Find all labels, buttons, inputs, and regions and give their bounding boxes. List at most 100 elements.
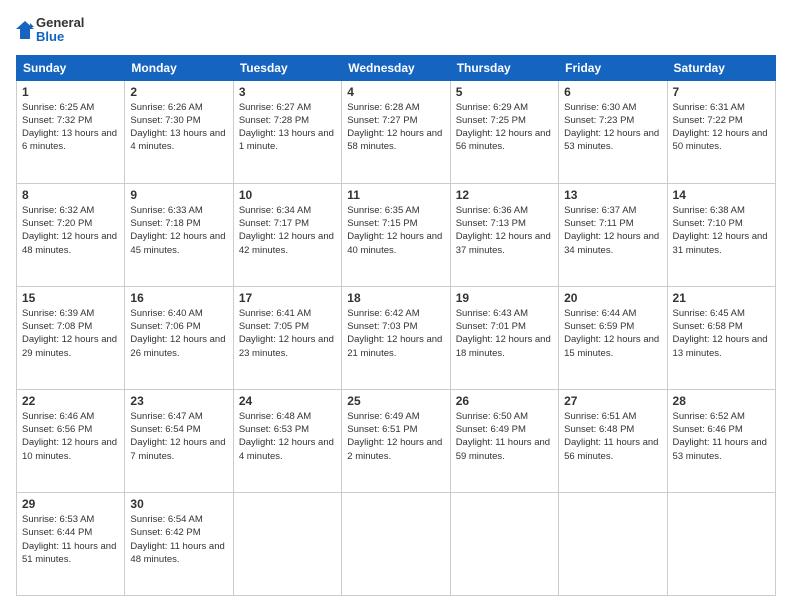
day-cell — [559, 492, 667, 595]
daylight: Daylight: 12 hours and 13 minutes. — [673, 334, 768, 358]
header: General Blue — [16, 16, 776, 45]
day-cell: 21 Sunrise: 6:45 AM Sunset: 6:58 PM Dayl… — [667, 286, 775, 389]
day-info: Sunrise: 6:53 AM Sunset: 6:44 PM Dayligh… — [22, 513, 119, 566]
sunset: Sunset: 6:58 PM — [673, 321, 743, 332]
sunset: Sunset: 7:06 PM — [130, 321, 200, 332]
day-info: Sunrise: 6:31 AM Sunset: 7:22 PM Dayligh… — [673, 101, 770, 154]
day-number: 23 — [130, 394, 227, 408]
sunrise: Sunrise: 6:29 AM — [456, 102, 528, 113]
sunset: Sunset: 7:05 PM — [239, 321, 309, 332]
day-number: 12 — [456, 188, 553, 202]
sunset: Sunset: 6:48 PM — [564, 424, 634, 435]
day-number: 24 — [239, 394, 336, 408]
sunrise: Sunrise: 6:52 AM — [673, 411, 745, 422]
day-cell: 26 Sunrise: 6:50 AM Sunset: 6:49 PM Dayl… — [450, 389, 558, 492]
day-info: Sunrise: 6:27 AM Sunset: 7:28 PM Dayligh… — [239, 101, 336, 154]
col-header-tuesday: Tuesday — [233, 55, 341, 80]
day-info: Sunrise: 6:37 AM Sunset: 7:11 PM Dayligh… — [564, 204, 661, 257]
day-info: Sunrise: 6:34 AM Sunset: 7:17 PM Dayligh… — [239, 204, 336, 257]
sunrise: Sunrise: 6:32 AM — [22, 205, 94, 216]
sunset: Sunset: 7:25 PM — [456, 115, 526, 126]
logo-bird-icon — [16, 19, 34, 41]
day-cell: 14 Sunrise: 6:38 AM Sunset: 7:10 PM Dayl… — [667, 183, 775, 286]
day-info: Sunrise: 6:30 AM Sunset: 7:23 PM Dayligh… — [564, 101, 661, 154]
daylight: Daylight: 12 hours and 26 minutes. — [130, 334, 225, 358]
week-row-1: 1 Sunrise: 6:25 AM Sunset: 7:32 PM Dayli… — [17, 80, 776, 183]
day-info: Sunrise: 6:41 AM Sunset: 7:05 PM Dayligh… — [239, 307, 336, 360]
sunset: Sunset: 7:32 PM — [22, 115, 92, 126]
col-header-saturday: Saturday — [667, 55, 775, 80]
day-cell — [667, 492, 775, 595]
sunrise: Sunrise: 6:33 AM — [130, 205, 202, 216]
day-info: Sunrise: 6:39 AM Sunset: 7:08 PM Dayligh… — [22, 307, 119, 360]
week-row-5: 29 Sunrise: 6:53 AM Sunset: 6:44 PM Dayl… — [17, 492, 776, 595]
sunrise: Sunrise: 6:48 AM — [239, 411, 311, 422]
day-info: Sunrise: 6:40 AM Sunset: 7:06 PM Dayligh… — [130, 307, 227, 360]
daylight: Daylight: 13 hours and 6 minutes. — [22, 128, 117, 152]
sunset: Sunset: 7:11 PM — [564, 218, 634, 229]
day-number: 18 — [347, 291, 444, 305]
day-info: Sunrise: 6:50 AM Sunset: 6:49 PM Dayligh… — [456, 410, 553, 463]
sunrise: Sunrise: 6:39 AM — [22, 308, 94, 319]
day-number: 17 — [239, 291, 336, 305]
sunrise: Sunrise: 6:47 AM — [130, 411, 202, 422]
sunset: Sunset: 7:18 PM — [130, 218, 200, 229]
day-info: Sunrise: 6:52 AM Sunset: 6:46 PM Dayligh… — [673, 410, 770, 463]
day-cell — [233, 492, 341, 595]
day-number: 28 — [673, 394, 770, 408]
daylight: Daylight: 12 hours and 45 minutes. — [130, 231, 225, 255]
day-cell: 6 Sunrise: 6:30 AM Sunset: 7:23 PM Dayli… — [559, 80, 667, 183]
daylight: Daylight: 12 hours and 29 minutes. — [22, 334, 117, 358]
day-cell — [342, 492, 450, 595]
day-cell: 9 Sunrise: 6:33 AM Sunset: 7:18 PM Dayli… — [125, 183, 233, 286]
daylight: Daylight: 11 hours and 59 minutes. — [456, 437, 550, 461]
day-number: 25 — [347, 394, 444, 408]
sunset: Sunset: 6:46 PM — [673, 424, 743, 435]
day-info: Sunrise: 6:47 AM Sunset: 6:54 PM Dayligh… — [130, 410, 227, 463]
sunrise: Sunrise: 6:44 AM — [564, 308, 636, 319]
daylight: Daylight: 12 hours and 37 minutes. — [456, 231, 551, 255]
day-cell: 18 Sunrise: 6:42 AM Sunset: 7:03 PM Dayl… — [342, 286, 450, 389]
sunset: Sunset: 7:30 PM — [130, 115, 200, 126]
day-number: 4 — [347, 85, 444, 99]
daylight: Daylight: 11 hours and 51 minutes. — [22, 541, 116, 565]
calendar-table: SundayMondayTuesdayWednesdayThursdayFrid… — [16, 55, 776, 596]
day-info: Sunrise: 6:33 AM Sunset: 7:18 PM Dayligh… — [130, 204, 227, 257]
sunrise: Sunrise: 6:54 AM — [130, 514, 202, 525]
day-cell: 28 Sunrise: 6:52 AM Sunset: 6:46 PM Dayl… — [667, 389, 775, 492]
day-info: Sunrise: 6:28 AM Sunset: 7:27 PM Dayligh… — [347, 101, 444, 154]
day-info: Sunrise: 6:25 AM Sunset: 7:32 PM Dayligh… — [22, 101, 119, 154]
day-cell: 24 Sunrise: 6:48 AM Sunset: 6:53 PM Dayl… — [233, 389, 341, 492]
day-number: 10 — [239, 188, 336, 202]
week-row-3: 15 Sunrise: 6:39 AM Sunset: 7:08 PM Dayl… — [17, 286, 776, 389]
day-cell: 15 Sunrise: 6:39 AM Sunset: 7:08 PM Dayl… — [17, 286, 125, 389]
sunset: Sunset: 6:59 PM — [564, 321, 634, 332]
day-cell: 16 Sunrise: 6:40 AM Sunset: 7:06 PM Dayl… — [125, 286, 233, 389]
col-header-sunday: Sunday — [17, 55, 125, 80]
day-number: 13 — [564, 188, 661, 202]
day-number: 30 — [130, 497, 227, 511]
day-number: 1 — [22, 85, 119, 99]
day-number: 8 — [22, 188, 119, 202]
col-header-wednesday: Wednesday — [342, 55, 450, 80]
daylight: Daylight: 11 hours and 56 minutes. — [564, 437, 658, 461]
day-number: 3 — [239, 85, 336, 99]
sunset: Sunset: 7:08 PM — [22, 321, 92, 332]
day-cell: 7 Sunrise: 6:31 AM Sunset: 7:22 PM Dayli… — [667, 80, 775, 183]
daylight: Daylight: 12 hours and 56 minutes. — [456, 128, 551, 152]
sunrise: Sunrise: 6:26 AM — [130, 102, 202, 113]
sunset: Sunset: 6:53 PM — [239, 424, 309, 435]
sunset: Sunset: 7:22 PM — [673, 115, 743, 126]
daylight: Daylight: 12 hours and 40 minutes. — [347, 231, 442, 255]
day-number: 5 — [456, 85, 553, 99]
sunrise: Sunrise: 6:36 AM — [456, 205, 528, 216]
day-info: Sunrise: 6:26 AM Sunset: 7:30 PM Dayligh… — [130, 101, 227, 154]
day-cell: 1 Sunrise: 6:25 AM Sunset: 7:32 PM Dayli… — [17, 80, 125, 183]
logo-general: General — [36, 16, 84, 30]
day-cell: 30 Sunrise: 6:54 AM Sunset: 6:42 PM Dayl… — [125, 492, 233, 595]
day-info: Sunrise: 6:29 AM Sunset: 7:25 PM Dayligh… — [456, 101, 553, 154]
logo: General Blue — [16, 16, 84, 45]
daylight: Daylight: 12 hours and 58 minutes. — [347, 128, 442, 152]
daylight: Daylight: 11 hours and 53 minutes. — [673, 437, 767, 461]
day-number: 29 — [22, 497, 119, 511]
